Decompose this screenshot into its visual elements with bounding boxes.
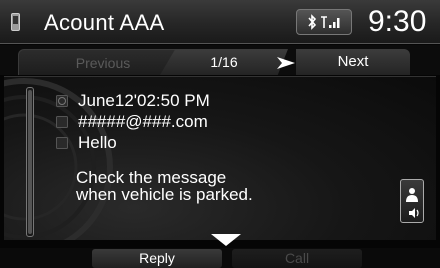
reply-button[interactable]: Reply [92,249,222,268]
connection-status [296,9,352,35]
clock-icon [56,95,68,107]
phone-icon [11,13,20,31]
envelope-icon [56,137,68,149]
sender-row: #####@###.com [56,112,208,132]
next-button[interactable]: Next [296,49,410,75]
message-body: Check the message when vehicle is parked… [76,169,253,203]
message-datetime: June12'02:50 PM [78,91,210,110]
message-body-line1: Check the message [76,168,227,187]
scrollbar-thumb[interactable] [28,90,32,234]
message-content: June12'02:50 PM #####@###.com Hello Chec… [4,76,436,240]
person-icon [56,116,68,128]
read-aloud-button[interactable] [400,179,424,223]
message-body-line2: when vehicle is parked. [76,185,253,204]
header-bar: Acount AAA 9:30 [0,0,440,44]
scroll-down-icon[interactable] [210,233,242,247]
message-sender: #####@###.com [78,112,208,131]
call-button[interactable]: Call [232,249,362,268]
message-subject: Hello [78,133,117,152]
subject-row: Hello [56,133,117,153]
message-counter: 1/16 [160,49,288,75]
signal-strength-icon [320,16,339,28]
account-title: Acount AAA [44,10,165,35]
scrollbar[interactable] [26,87,34,237]
person-speaking-icon [406,188,419,218]
message-nav-bar: Previous 1/16 Next [0,45,440,75]
message-screen: Acount AAA 9:30 Previous 1/16 Next June1… [0,0,440,268]
datetime-row: June12'02:50 PM [56,91,210,111]
clock: 9:30 [368,5,427,38]
next-arrow-icon [277,57,295,69]
bluetooth-icon [307,14,316,30]
